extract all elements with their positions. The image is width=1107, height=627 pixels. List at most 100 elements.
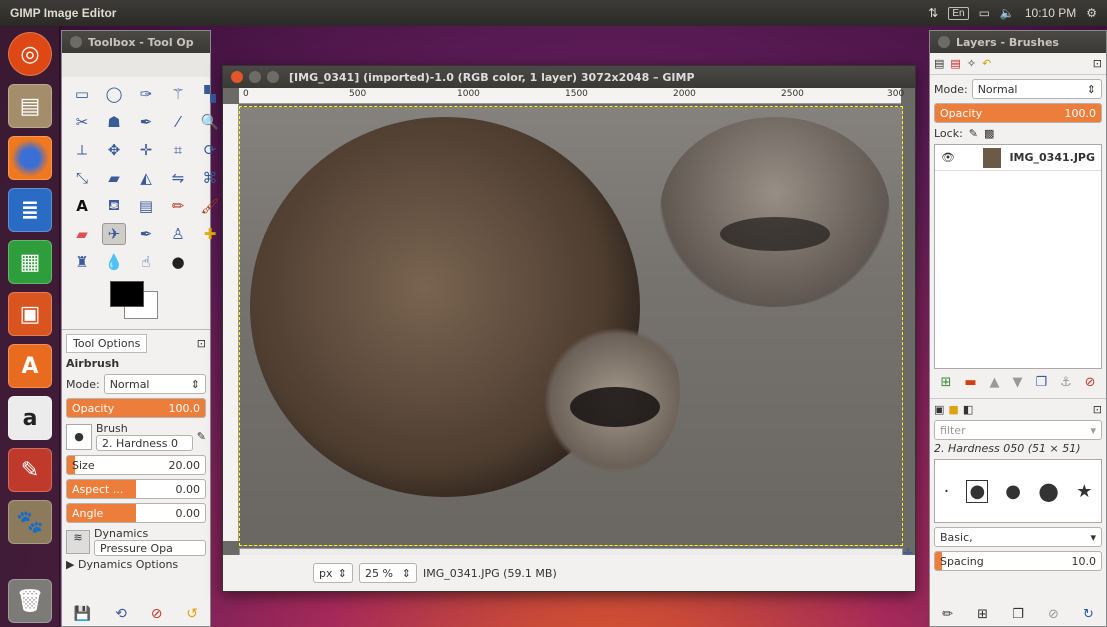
paths-tab-icon[interactable]: ✧ bbox=[967, 57, 976, 70]
airbrush-tool-icon[interactable]: ✈ bbox=[102, 223, 126, 245]
patterns-tab-icon[interactable]: ■ bbox=[948, 403, 958, 416]
duplicate-layer-icon[interactable]: ❐ bbox=[1035, 375, 1047, 390]
measure-tool-icon[interactable]: ⟂ bbox=[70, 139, 94, 161]
heal-tool-icon[interactable]: ✚ bbox=[198, 223, 222, 245]
close-icon[interactable] bbox=[70, 36, 82, 48]
vertical-ruler[interactable] bbox=[223, 104, 239, 541]
size-slider[interactable]: Size 20.00 bbox=[66, 455, 206, 475]
unit-select[interactable]: px ⇕ bbox=[313, 563, 353, 583]
raise-layer-icon[interactable]: ▲ bbox=[990, 375, 1000, 390]
layers-close-icon[interactable] bbox=[938, 36, 950, 48]
lock-alpha-icon[interactable]: ▩ bbox=[984, 127, 994, 140]
paintbrush-tool-icon[interactable]: 🖌 bbox=[198, 195, 222, 217]
new-group-icon[interactable]: ▬ bbox=[964, 375, 976, 390]
layers-tab-icon[interactable]: ▤ bbox=[934, 57, 944, 70]
zoom-tool-icon[interactable]: 🔍 bbox=[198, 111, 222, 133]
firefox-icon[interactable] bbox=[8, 136, 52, 180]
brush-set-select[interactable]: Basic, ▾ bbox=[934, 527, 1102, 547]
dodge-burn-tool-icon[interactable]: ● bbox=[166, 251, 190, 273]
layer-row[interactable]: 👁 IMG_0341.JPG bbox=[935, 145, 1101, 171]
layer-opacity-slider[interactable]: Opacity 100.0 bbox=[934, 103, 1102, 123]
lock-pixels-icon[interactable]: ✎ bbox=[969, 127, 978, 140]
software-center-icon[interactable]: A bbox=[8, 344, 52, 388]
duplicate-brush-icon[interactable]: ❐ bbox=[1012, 607, 1024, 622]
layer-mode-select[interactable]: Normal ⇕ bbox=[971, 79, 1102, 99]
dynamics-options-expander[interactable]: ▶ Dynamics Options bbox=[66, 558, 206, 571]
writer-icon[interactable]: ≣ bbox=[8, 188, 52, 232]
spacing-slider[interactable]: Spacing 10.0 bbox=[934, 551, 1102, 571]
clock[interactable]: 10:10 PM bbox=[1025, 6, 1076, 20]
mode-select[interactable]: Normal ⇕ bbox=[103, 374, 206, 394]
angle-slider[interactable]: Angle 0.00 bbox=[66, 503, 206, 523]
edit-brush-icon[interactable]: ✎ bbox=[197, 430, 206, 443]
refresh-brushes-icon[interactable]: ↻ bbox=[1083, 607, 1094, 622]
undo-history-tab-icon[interactable]: ↶ bbox=[982, 57, 991, 70]
keyboard-layout-indicator[interactable]: En bbox=[948, 6, 969, 20]
calc-icon[interactable]: ▦ bbox=[8, 240, 52, 284]
blend-tool-icon[interactable]: ▤ bbox=[134, 195, 158, 217]
smudge-tool-icon[interactable]: ☝ bbox=[134, 251, 158, 273]
lower-layer-icon[interactable]: ▼ bbox=[1012, 375, 1022, 390]
scissors-tool-icon[interactable]: ✂ bbox=[70, 111, 94, 133]
rotate-tool-icon[interactable]: ⟳ bbox=[198, 139, 222, 161]
brush-filter-input[interactable]: filter ▾ bbox=[934, 420, 1102, 440]
dynamics-icon[interactable]: ≋ bbox=[66, 529, 90, 554]
ink-tool-icon[interactable]: ✒ bbox=[134, 223, 158, 245]
shear-tool-icon[interactable]: ▰ bbox=[102, 167, 126, 189]
rect-select-tool-icon[interactable]: ▭ bbox=[70, 83, 94, 105]
gimp-icon[interactable]: 🐾 bbox=[8, 500, 52, 544]
visibility-eye-icon[interactable]: 👁 bbox=[941, 151, 955, 164]
flip-tool-icon[interactable]: ⇋ bbox=[166, 167, 190, 189]
tab-menu-icon[interactable]: ⊡ bbox=[197, 337, 206, 350]
window-minimize-icon[interactable] bbox=[249, 71, 261, 83]
ellipse-select-tool-icon[interactable]: ◯ bbox=[102, 83, 126, 105]
tool-options-tab[interactable]: Tool Options bbox=[66, 334, 148, 353]
files-icon[interactable]: ▤ bbox=[8, 84, 52, 128]
dock-menu-icon[interactable]: ⊡ bbox=[1093, 57, 1102, 70]
window-maximize-icon[interactable] bbox=[267, 71, 279, 83]
brushes-grid[interactable]: · ● ● ● ★ bbox=[934, 459, 1102, 523]
reset-options-icon[interactable]: ↺ bbox=[186, 606, 198, 622]
perspective-clone-tool-icon[interactable]: ♜ bbox=[70, 251, 94, 273]
trash-icon[interactable]: 🗑 bbox=[8, 579, 52, 623]
network-icon[interactable]: ⇅ bbox=[928, 6, 938, 20]
anchor-layer-icon[interactable]: ⚓ bbox=[1060, 375, 1072, 390]
cage-tool-icon[interactable]: ⌘ bbox=[198, 167, 222, 189]
align-tool-icon[interactable]: ✛ bbox=[134, 139, 158, 161]
blur-tool-icon[interactable]: 💧 bbox=[102, 251, 126, 273]
fuzzy-select-tool-icon[interactable]: ⚚ bbox=[166, 83, 190, 105]
scale-tool-icon[interactable]: ⤡ bbox=[70, 167, 94, 189]
move-tool-icon[interactable]: ✥ bbox=[102, 139, 126, 161]
impress-icon[interactable]: ▣ bbox=[8, 292, 52, 336]
brush-select[interactable]: 2. Hardness 0 bbox=[96, 435, 193, 451]
horizontal-ruler[interactable]: 0 500 1000 1500 2000 2500 300 bbox=[239, 88, 904, 104]
color-picker-tool-icon[interactable]: ⁄ bbox=[166, 111, 190, 133]
delete-brush-icon[interactable]: ⊘ bbox=[1048, 607, 1059, 622]
free-select-tool-icon[interactable]: ✑ bbox=[134, 83, 158, 105]
pencil-tool-icon[interactable]: ✏ bbox=[166, 195, 190, 217]
channels-tab-icon[interactable]: ▤ bbox=[950, 57, 960, 70]
dynamics-select[interactable]: Pressure Opa bbox=[94, 540, 206, 556]
layer-name[interactable]: IMG_0341.JPG bbox=[1009, 151, 1095, 164]
brushes-menu-icon[interactable]: ⊡ bbox=[1093, 403, 1102, 416]
bucket-fill-tool-icon[interactable]: ⛾ bbox=[102, 195, 126, 217]
delete-options-icon[interactable]: ⊘ bbox=[151, 606, 163, 622]
eraser-tool-icon[interactable]: ▰ bbox=[70, 223, 94, 245]
crop-tool-icon[interactable]: ⌗ bbox=[166, 139, 190, 161]
system-settings-icon[interactable]: ✎ bbox=[8, 448, 52, 492]
fg-color-swatch[interactable] bbox=[110, 281, 144, 307]
amazon-icon[interactable]: a bbox=[8, 396, 52, 440]
text-tool-icon[interactable]: A bbox=[70, 195, 94, 217]
zoom-select[interactable]: 25 % ⇕ bbox=[359, 563, 417, 583]
new-layer-icon[interactable]: ⊞ bbox=[940, 375, 951, 390]
save-options-icon[interactable]: 💾 bbox=[74, 606, 91, 622]
settings-gear-icon[interactable]: ⚙ bbox=[1086, 6, 1097, 20]
gradients-tab-icon[interactable]: ◧ bbox=[963, 403, 973, 416]
battery-icon[interactable]: ▭ bbox=[979, 6, 990, 20]
perspective-tool-icon[interactable]: ◭ bbox=[134, 167, 158, 189]
aspect-slider[interactable]: Aspect ... 0.00 bbox=[66, 479, 206, 499]
ubuntu-dash-icon[interactable]: ◎ bbox=[8, 32, 52, 76]
brush-preview[interactable]: ● bbox=[66, 423, 92, 450]
opacity-slider[interactable]: Opacity 100.0 bbox=[66, 398, 206, 418]
restore-options-icon[interactable]: ⟲ bbox=[115, 606, 127, 622]
